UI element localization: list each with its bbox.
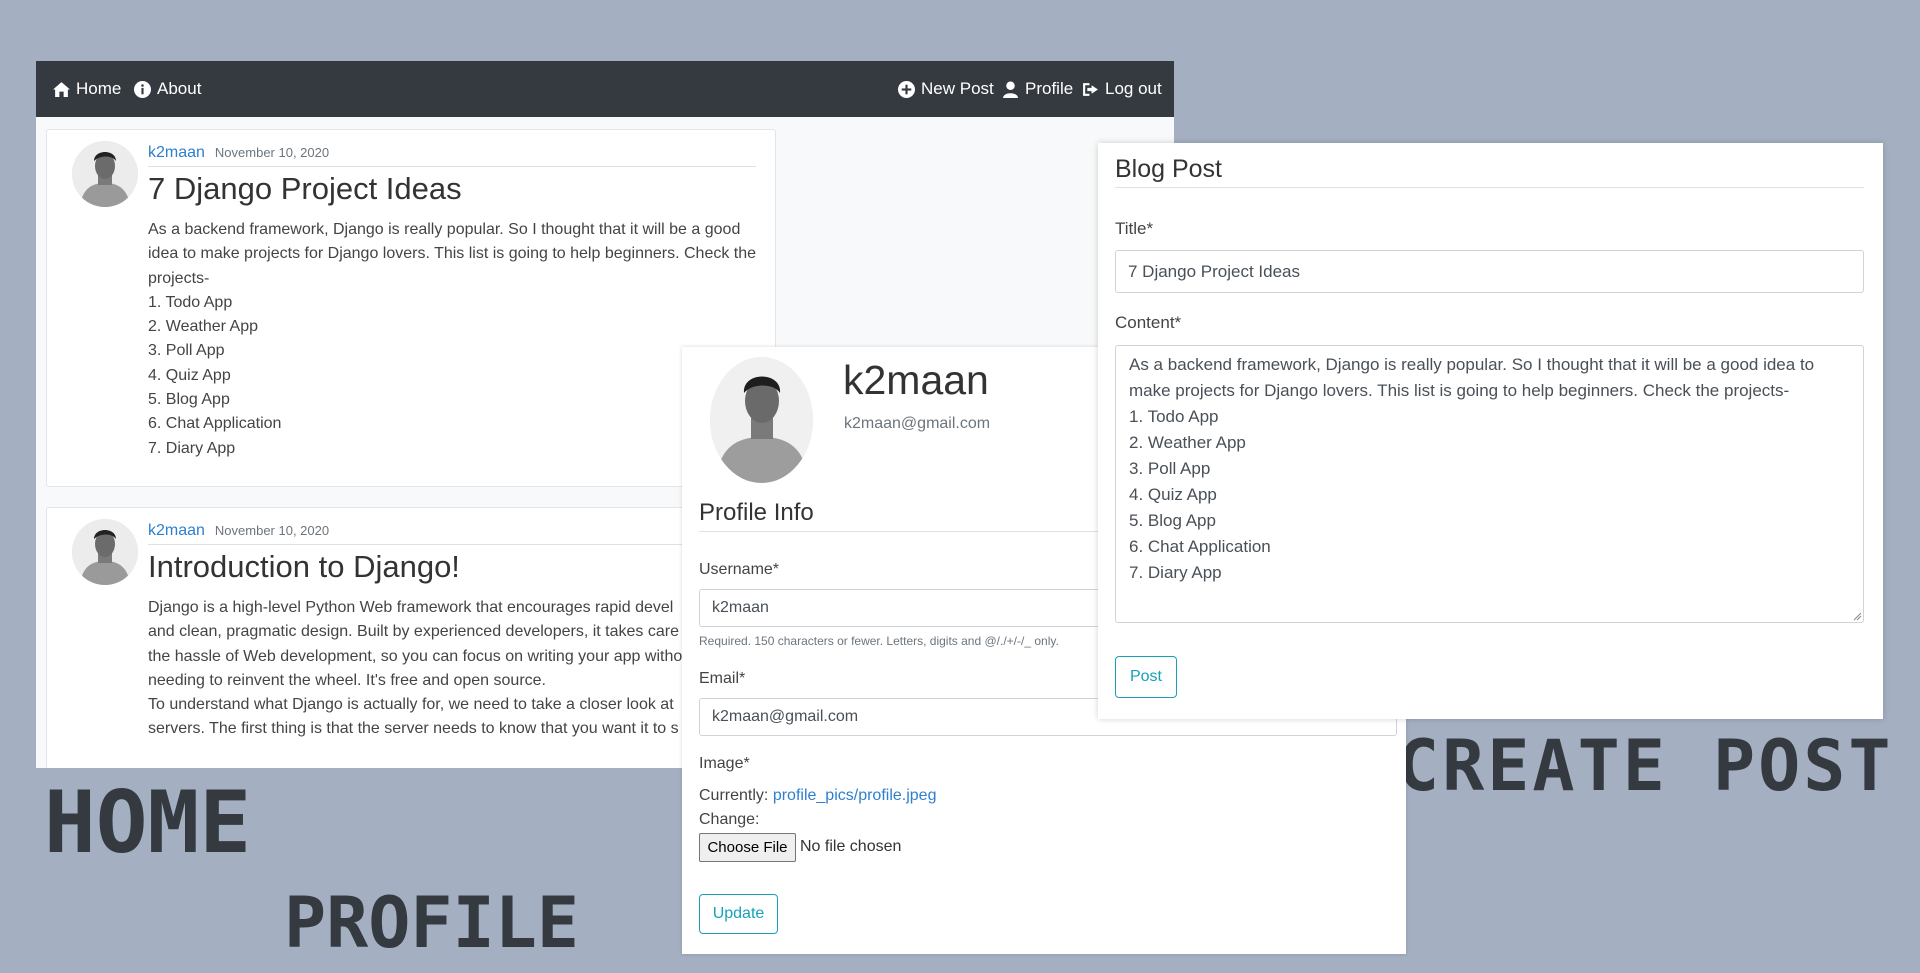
nav-logout-label: Log out <box>1105 79 1162 98</box>
post-card: k2maan November 10, 2020 Introduction to … <box>46 507 776 768</box>
resize-handle-icon[interactable] <box>1852 611 1862 621</box>
create-post-label: CREATE POST <box>1397 725 1894 807</box>
post-title-link[interactable]: Introduction to Django! <box>148 549 460 585</box>
nav-profile-label: Profile <box>1025 79 1074 98</box>
nav-new-post-link[interactable]: New Post <box>898 61 994 117</box>
home-icon <box>53 81 70 97</box>
navbar: Home About New Post Profile Log out <box>36 61 1174 117</box>
post-content-line: 6. Chat Application <box>148 415 282 433</box>
post-content-line: the hassle of Web development, so you ca… <box>148 647 683 665</box>
post-content-line: 2. Weather App <box>148 318 258 336</box>
avatar <box>72 519 138 585</box>
username-help-text: Required. 150 characters or fewer. Lette… <box>699 634 1059 648</box>
email-label: Email* <box>699 670 746 687</box>
post-content-line: idea to make projects for Django lovers.… <box>148 245 757 263</box>
post-content-line: To understand what Django is actually fo… <box>148 696 674 714</box>
plus-circle-icon <box>898 80 915 98</box>
blog-post-heading: Blog Post <box>1115 155 1864 188</box>
post-content-line: needing to reinvent the wheel. It's free… <box>148 671 546 689</box>
post-content-line: 4. Quiz App <box>148 366 231 384</box>
post-card: k2maan November 10, 2020 7 Django Project… <box>46 129 776 487</box>
title-label: Title* <box>1115 219 1154 238</box>
profile-username: k2maan <box>843 357 989 403</box>
current-image-row: Currently: profile_pics/profile.jpeg <box>699 787 936 805</box>
profile-avatar <box>710 357 813 483</box>
post-content-line: As a backend framework, Django is really… <box>148 221 741 238</box>
content-line: As a backend framework, Django is really… <box>1129 355 1815 374</box>
currently-label: Currently: <box>699 787 769 804</box>
post-content-line: Django is a high-level Python Web framew… <box>148 599 674 616</box>
change-label: Change: <box>699 811 760 828</box>
post-content-line: 5. Blog App <box>148 391 230 409</box>
content-line: 1. Todo App <box>1129 407 1219 426</box>
home-label: HOME <box>44 773 252 873</box>
content-line: 7. Diary App <box>1129 563 1222 582</box>
content-line: make projects for Django lovers. This li… <box>1129 381 1790 400</box>
content-line: 4. Quiz App <box>1129 485 1217 504</box>
post-date: November 10, 2020 <box>214 145 330 160</box>
post-meta: k2maan November 10, 2020 <box>148 522 756 545</box>
profile-label: PROFILE <box>284 882 580 964</box>
nav-profile-link[interactable]: Profile <box>1002 61 1073 117</box>
nav-home-link[interactable]: Home <box>53 61 121 117</box>
post-content-line: projects- <box>148 269 210 287</box>
content-line: 3. Poll App <box>1129 459 1211 478</box>
post-content-line: 7. Diary App <box>148 439 236 457</box>
post-content-line: 3. Poll App <box>148 342 225 360</box>
post-content: Django is a high-level Python Web framew… <box>148 596 760 742</box>
post-title-link[interactable]: 7 Django Project Ideas <box>148 171 462 207</box>
avatar <box>72 141 138 207</box>
create-post-window: Blog Post Title* 7 Django Project Ideas … <box>1098 143 1883 719</box>
post-date: November 10, 2020 <box>214 523 330 538</box>
current-image-link[interactable]: profile_pics/profile.jpeg <box>773 787 937 804</box>
info-icon <box>134 80 151 98</box>
post-content-line: and clean, pragmatic design. Built by ex… <box>148 623 693 641</box>
nav-about-label: About <box>157 79 202 98</box>
post-content-line: 1. Todo App <box>148 293 233 311</box>
post-submit-button[interactable]: Post <box>1115 656 1177 698</box>
content-line: 5. Blog App <box>1129 511 1216 530</box>
nav-home-label: Home <box>76 79 122 98</box>
post-author-link[interactable]: k2maan <box>148 144 205 161</box>
no-file-chosen-text: No file chosen <box>800 838 902 855</box>
choose-file-button[interactable]: Choose File <box>699 833 796 862</box>
username-label: Username* <box>699 561 780 578</box>
content-label: Content* <box>1115 313 1182 332</box>
post-content-line: servers. The first thing is that the ser… <box>148 720 679 738</box>
nav-logout-link[interactable]: Log out <box>1082 61 1162 117</box>
profile-email: k2maan@gmail.com <box>844 415 991 432</box>
content-line: 2. Weather App <box>1129 433 1246 452</box>
sign-out-icon <box>1083 82 1098 96</box>
post-meta: k2maan November 10, 2020 <box>148 144 756 167</box>
content-line: 6. Chat Application <box>1129 537 1271 556</box>
content-textarea[interactable]: As a backend framework, Django is really… <box>1115 345 1864 623</box>
title-input[interactable]: 7 Django Project Ideas <box>1115 250 1864 293</box>
post-content: As a backend framework, Django is really… <box>148 218 760 461</box>
user-icon <box>1003 81 1018 98</box>
post-author-link[interactable]: k2maan <box>148 522 205 539</box>
image-label: Image* <box>699 755 750 772</box>
update-button[interactable]: Update <box>699 894 778 934</box>
nav-about-link[interactable]: About <box>134 61 201 117</box>
nav-new-post-label: New Post <box>921 79 994 98</box>
